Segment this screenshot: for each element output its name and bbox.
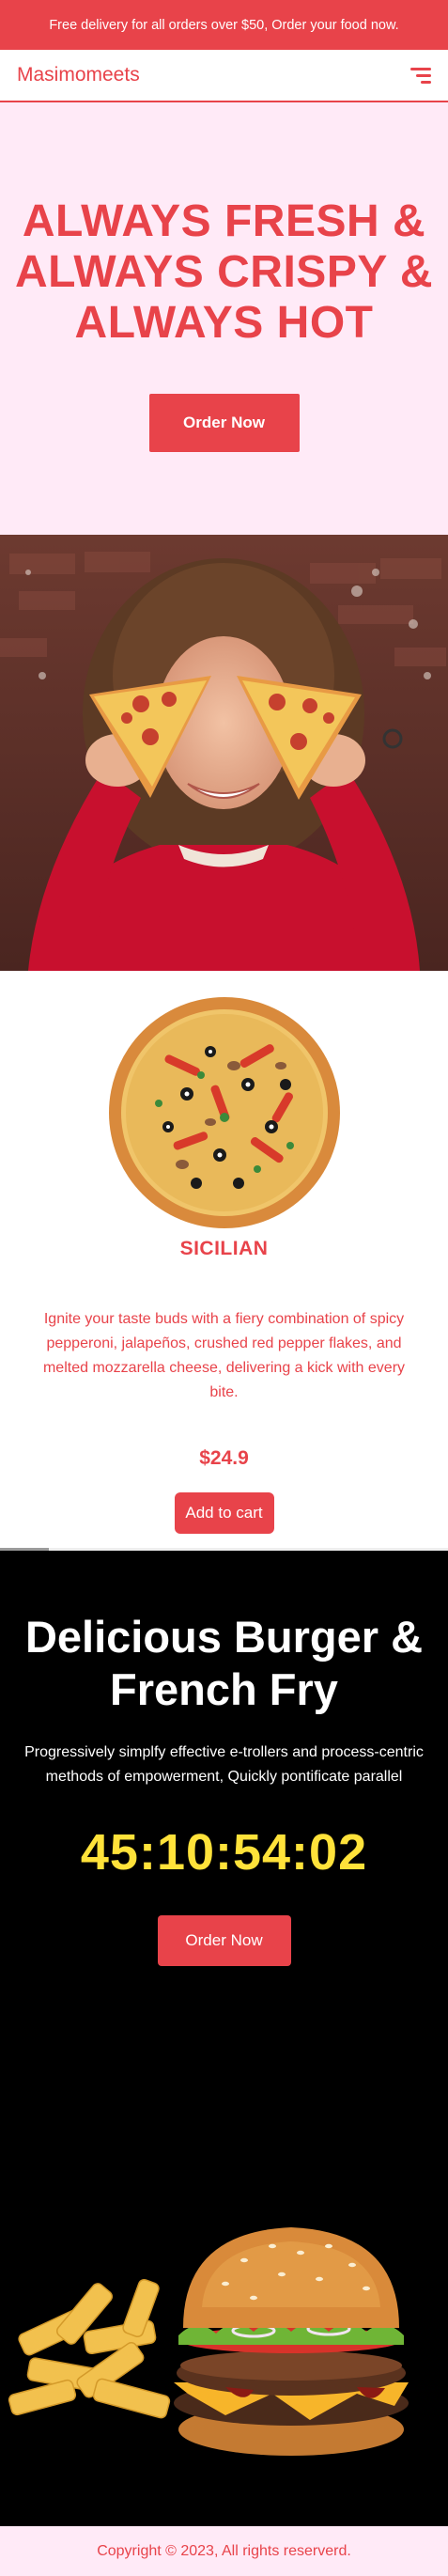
site-header: Masimomeets: [0, 50, 448, 102]
hamburger-menu-icon[interactable]: [410, 67, 431, 84]
product-name[interactable]: SICILIAN: [180, 1238, 269, 1260]
pizza-image[interactable]: [107, 995, 342, 1230]
promo-section: Delicious Burger & French Fry Progressiv…: [0, 1551, 448, 2526]
product-description: Ignite your taste buds with a fiery comb…: [42, 1311, 406, 1400]
announcement-text: Free delivery for all orders over $50, O…: [49, 17, 399, 33]
promo-title: Delicious Burger & French Fry: [24, 1612, 424, 1714]
announcement-bar: Free delivery for all orders over $50, O…: [0, 0, 448, 50]
person-holding-pizza-slices-photo: [0, 535, 448, 971]
page: Free delivery for all orders over $50, O…: [0, 0, 448, 2576]
burger-and-fries-image: [8, 2227, 409, 2456]
site-footer: Copyright © 2023, All rights reserverd.: [0, 2526, 448, 2576]
hero-photo: [0, 535, 448, 971]
add-to-cart-button[interactable]: Add to cart: [174, 1492, 274, 1534]
promo-order-now-button[interactable]: Order Now: [157, 1915, 291, 1966]
hero-section: ALWAYS FRESH & ALWAYS CRISPY & ALWAYS HO…: [0, 102, 448, 535]
brand-logo[interactable]: Masimomeets: [17, 64, 140, 86]
countdown-timer: 45:10:54:02: [80, 1824, 368, 1881]
hero-order-now-button[interactable]: Order Now: [148, 394, 300, 452]
product-card: SICILIAN Ignite your taste buds with a f…: [0, 971, 448, 1551]
copyright-text: Copyright © 2023, All rights reserverd.: [97, 2542, 351, 2559]
promo-description: Progressively simplfy effective e-trolle…: [24, 1744, 424, 1785]
hero-title: ALWAYS FRESH & ALWAYS CRISPY & ALWAYS HO…: [15, 196, 433, 348]
product-price: $24.9: [199, 1447, 249, 1469]
